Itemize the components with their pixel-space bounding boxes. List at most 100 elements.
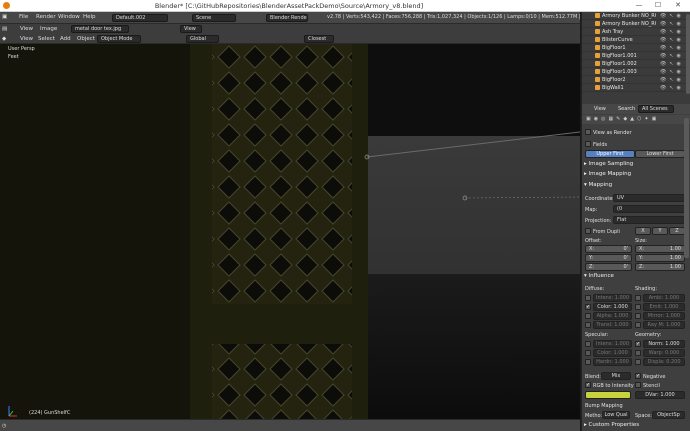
custom-properties-panel[interactable]: ▸ Custom Properties: [584, 422, 685, 431]
geometry-warp-field[interactable]: Warp: 0.000: [643, 349, 685, 357]
outliner-item[interactable]: BigFloor1.001 👁↖◉: [582, 52, 685, 60]
blend-color-swatch[interactable]: [585, 391, 631, 399]
menu-window[interactable]: Window: [58, 14, 80, 20]
bump-space-select[interactable]: ObjectSp: [652, 411, 685, 419]
from-dupli-checkbox[interactable]: [585, 228, 591, 234]
diffuse-intensity-checkbox[interactable]: [585, 295, 591, 301]
size-y-field[interactable]: Y: 1.00: [635, 254, 685, 262]
influence-panel[interactable]: ▾ Influence: [584, 273, 685, 282]
negative-checkbox[interactable]: ✓: [635, 373, 641, 379]
specular-hardness-field[interactable]: Hardn: 1.000: [593, 358, 632, 366]
diffuse-translucency-field[interactable]: Transl: 1.000: [593, 321, 632, 329]
image-sampling-panel[interactable]: ▸ Image Sampling: [584, 161, 685, 170]
diffuse-translucency-checkbox[interactable]: [585, 322, 591, 328]
projection-select[interactable]: Flat: [613, 216, 685, 224]
axis-x-select[interactable]: X: [635, 227, 651, 235]
visibility-icons[interactable]: 👁↖◉: [660, 37, 684, 43]
offset-z-field[interactable]: Z: 0': [585, 263, 632, 271]
visibility-icons[interactable]: 👁↖◉: [660, 69, 684, 75]
properties-tab-icons[interactable]: ▣◉◎▦✎◆▲⬡✦▣: [586, 116, 659, 122]
image-menu-view[interactable]: View: [20, 26, 33, 32]
image-view-select[interactable]: View: [180, 25, 202, 33]
view-as-render-checkbox[interactable]: [585, 129, 591, 135]
interaction-mode-select[interactable]: Object Mode: [97, 35, 141, 43]
shading-ambient-checkbox[interactable]: [635, 295, 641, 301]
offset-x-field[interactable]: X: 0': [585, 245, 632, 253]
geometry-warp-checkbox[interactable]: [635, 350, 641, 356]
shading-ambient-field[interactable]: Ambi: 1.000: [643, 294, 685, 302]
visibility-icons[interactable]: 👁↖◉: [660, 77, 684, 83]
maximize-button[interactable]: ☐: [652, 1, 664, 10]
viewport-menu-add[interactable]: Add: [60, 36, 71, 42]
diffuse-alpha-field[interactable]: Alpha: 1.000: [593, 312, 632, 320]
menu-help[interactable]: Help: [83, 14, 96, 20]
specular-hardness-checkbox[interactable]: [585, 359, 591, 365]
visibility-icons[interactable]: 👁↖◉: [660, 61, 684, 67]
shading-mirror-checkbox[interactable]: [635, 313, 641, 319]
scene-select[interactable]: Scene: [192, 14, 236, 22]
shading-ray-mirror-field[interactable]: Ray M: 1.000: [643, 321, 685, 329]
coordinates-select[interactable]: UV: [613, 194, 685, 202]
outliner-scrollbar[interactable]: [686, 14, 690, 94]
diffuse-color-field[interactable]: Color: 1.000: [593, 303, 632, 311]
render-engine-select[interactable]: Blender Render: [266, 14, 308, 22]
outliner-item[interactable]: BigFloor1.003 👁↖◉: [582, 68, 685, 76]
stencil-checkbox[interactable]: [635, 382, 641, 388]
uv-map-field[interactable]: (0: [613, 205, 685, 213]
size-x-field[interactable]: X: 1.00: [635, 245, 685, 253]
outliner-item[interactable]: Ash Tray 👁↖◉: [582, 28, 685, 36]
visibility-icons[interactable]: 👁↖◉: [660, 85, 684, 91]
screen-layout-select[interactable]: Default.002: [112, 14, 168, 22]
size-z-field[interactable]: Z: 1.00: [635, 263, 685, 271]
axis-z-select[interactable]: Z: [669, 227, 685, 235]
diffuse-intensity-field[interactable]: Intens: 1.000: [593, 294, 632, 302]
specular-intensity-field[interactable]: Intens: 1.000: [593, 340, 632, 348]
outliner-item[interactable]: BigFloor1.002 👁↖◉: [582, 60, 685, 68]
upper-first-toggle[interactable]: Upper First: [585, 150, 635, 158]
3d-viewport[interactable]: User Persp Feet (224) GunShelfC: [0, 44, 580, 419]
outliner-item[interactable]: BigFloor1 👁↖◉: [582, 44, 685, 52]
bump-method-select[interactable]: Low Qual: [602, 411, 630, 419]
outliner-item[interactable]: BigFloor2 👁↖◉: [582, 76, 685, 84]
geometry-displace-checkbox[interactable]: [635, 359, 641, 365]
menu-file[interactable]: File: [19, 14, 28, 20]
viewport-menu-select[interactable]: Select: [38, 36, 55, 42]
visibility-icons[interactable]: 👁↖◉: [660, 21, 684, 27]
properties-scrollbar[interactable]: [684, 118, 689, 258]
outliner-item[interactable]: BigWall1 👁↖◉: [582, 84, 685, 92]
viewport-editor-type-icon[interactable]: ◆: [2, 36, 6, 42]
specular-color-checkbox[interactable]: [585, 350, 591, 356]
outliner-item[interactable]: BlisterCurve 👁↖◉: [582, 36, 685, 44]
geometry-normal-checkbox[interactable]: ✓: [635, 341, 641, 347]
offset-y-field[interactable]: Y: 0': [585, 254, 632, 262]
image-name-field[interactable]: metal door tex.jpg: [71, 25, 129, 33]
outliner-item[interactable]: Armory Bunker NO_ROOM👁↖◉: [582, 20, 685, 28]
image-mapping-panel[interactable]: ▸ Image Mapping: [584, 171, 685, 180]
mapping-panel[interactable]: ▾ Mapping: [584, 182, 685, 191]
visibility-icons[interactable]: 👁↖◉: [660, 45, 684, 51]
minimize-button[interactable]: —: [633, 1, 645, 10]
axis-y-select[interactable]: Y: [652, 227, 668, 235]
lower-first-toggle[interactable]: Lower First: [635, 150, 685, 158]
dvar-field[interactable]: DVar: 1.000: [635, 391, 685, 399]
specular-color-field[interactable]: Color: 1.000: [593, 349, 632, 357]
geometry-normal-field[interactable]: Norm: 1.000: [643, 340, 685, 348]
rgb-to-intensity-checkbox[interactable]: ✓: [585, 382, 591, 388]
viewport-menu-object[interactable]: Object: [77, 36, 95, 42]
shading-emit-field[interactable]: Emit: 1.000: [643, 303, 685, 311]
blend-mode-select[interactable]: Mix: [601, 372, 631, 380]
outliner-menu-view[interactable]: View: [594, 106, 606, 112]
diffuse-alpha-checkbox[interactable]: [585, 313, 591, 319]
timeline-type-icon[interactable]: ◷: [2, 423, 6, 429]
fields-checkbox[interactable]: [585, 141, 591, 147]
menu-render[interactable]: Render: [36, 14, 56, 20]
geometry-displace-field[interactable]: Displa: 0.200: [643, 358, 685, 366]
outliner-display-select[interactable]: All Scenes: [638, 105, 674, 113]
shading-ray-mirror-checkbox[interactable]: [635, 322, 641, 328]
close-button[interactable]: ✕: [672, 1, 684, 10]
specular-intensity-checkbox[interactable]: [585, 341, 591, 347]
outliner-menu-search[interactable]: Search: [618, 106, 635, 112]
transform-orientation-select[interactable]: Global: [186, 35, 219, 43]
viewport-menu-view[interactable]: View: [20, 36, 33, 42]
visibility-icons[interactable]: 👁↖◉: [660, 29, 684, 35]
